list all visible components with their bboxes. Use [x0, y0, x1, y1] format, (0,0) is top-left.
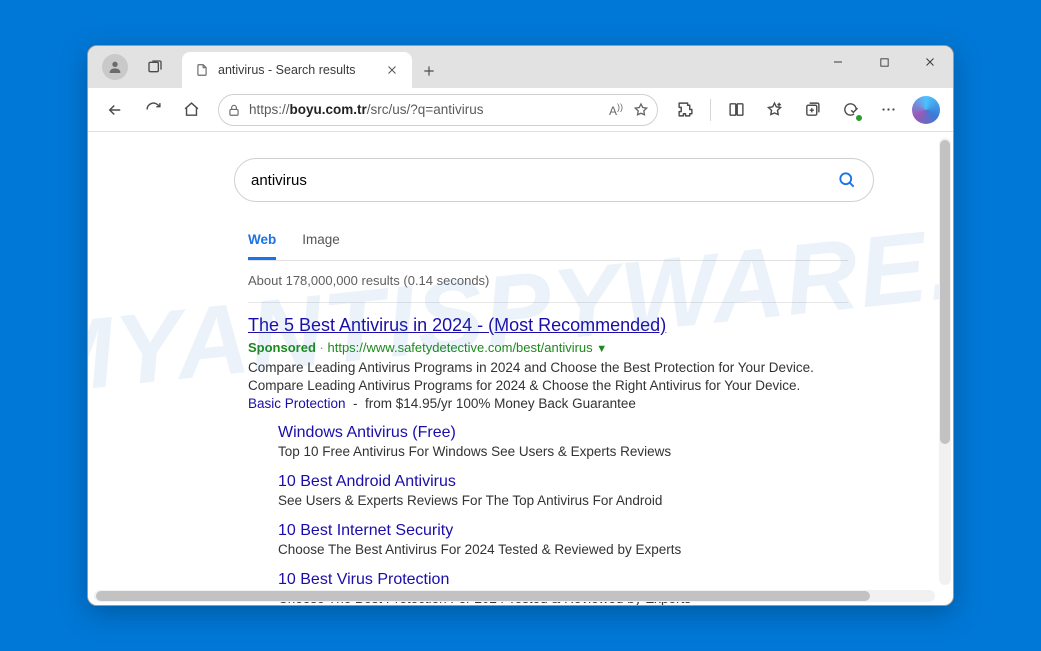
- sitelink-item: 10 Best Android Antivirus See Users & Ex…: [278, 473, 848, 508]
- result-url[interactable]: https://www.safetydetective.com/best/ant…: [327, 340, 592, 355]
- horizontal-scroll-thumb[interactable]: [96, 591, 870, 601]
- tab-title: antivirus - Search results: [218, 63, 374, 77]
- address-actions: A)): [609, 102, 649, 118]
- search-page: Web Image About 178,000,000 results (0.1…: [88, 132, 953, 605]
- address-url: https://boyu.com.tr/src/us/?q=antivirus: [249, 102, 601, 117]
- sitelink-title[interactable]: 10 Best Virus Protection: [278, 571, 848, 589]
- url-path: /src/us/?q=antivirus: [367, 102, 484, 117]
- search-input[interactable]: [251, 172, 825, 189]
- titlebar-left: [88, 52, 178, 88]
- minimize-button[interactable]: [815, 46, 861, 78]
- status-dot-icon: [855, 114, 863, 122]
- toolbar-separator: [710, 99, 711, 121]
- home-button[interactable]: [174, 94, 208, 126]
- sponsored-result: The 5 Best Antivirus in 2024 - (Most Rec…: [248, 302, 848, 414]
- more-button[interactable]: [871, 94, 905, 126]
- sitelinks: Windows Antivirus (Free) Top 10 Free Ant…: [278, 424, 848, 605]
- result-title-link[interactable]: The 5 Best Antivirus in 2024 - (Most Rec…: [248, 315, 666, 336]
- browser-window: antivirus - Search results: [87, 45, 954, 606]
- extra-text: ‎ - ‎ from $14.95/yr 100% Money Back Gua…: [346, 396, 636, 411]
- performance-button[interactable]: [833, 94, 867, 126]
- tab-close-button[interactable]: [382, 60, 402, 80]
- viewport[interactable]: MYANTISPYWARE.COM Web Image About 178,00…: [88, 132, 953, 605]
- browser-tab[interactable]: antivirus - Search results: [182, 52, 412, 88]
- collections-button[interactable]: [795, 94, 829, 126]
- content-area: MYANTISPYWARE.COM Web Image About 178,00…: [88, 132, 953, 605]
- search-tabs: Web Image: [248, 226, 848, 261]
- new-tab-button[interactable]: [412, 54, 446, 88]
- sitelink-title[interactable]: 10 Best Internet Security: [278, 522, 848, 540]
- workspaces-icon: [147, 59, 163, 75]
- result-stats: About 178,000,000 results (0.14 seconds): [248, 273, 953, 288]
- maximize-button[interactable]: [861, 46, 907, 78]
- titlebar: antivirus - Search results: [88, 46, 953, 88]
- profile-button[interactable]: [98, 52, 132, 82]
- sitelink-desc: Top 10 Free Antivirus For Windows See Us…: [278, 444, 848, 459]
- desc-line-1: Compare Leading Antivirus Programs in 20…: [248, 360, 814, 375]
- tab-image[interactable]: Image: [302, 232, 340, 260]
- desc-line-2: Compare Leading Antivirus Programs for 2…: [248, 378, 800, 393]
- split-screen-button[interactable]: [719, 94, 753, 126]
- vertical-scrollbar[interactable]: [939, 138, 951, 585]
- copilot-button[interactable]: [909, 94, 943, 126]
- page-icon: [194, 62, 210, 78]
- sponsored-badge: Sponsored: [248, 340, 316, 355]
- sitelink-item: 10 Best Internet Security Choose The Bes…: [278, 522, 848, 557]
- vertical-scroll-thumb[interactable]: [940, 140, 950, 444]
- copilot-icon: [912, 96, 940, 124]
- tab-web[interactable]: Web: [248, 232, 276, 260]
- sitelink-item: Windows Antivirus (Free) Top 10 Free Ant…: [278, 424, 848, 459]
- search-icon[interactable]: [837, 170, 857, 190]
- favorites-button[interactable]: [757, 94, 791, 126]
- toolbar: https://boyu.com.tr/src/us/?q=antivirus …: [88, 88, 953, 132]
- result-description: Compare Leading Antivirus Programs in 20…: [248, 359, 848, 414]
- back-button[interactable]: [98, 94, 132, 126]
- favorite-icon[interactable]: [633, 102, 649, 118]
- window-controls: [815, 46, 953, 88]
- profile-icon: [102, 54, 128, 80]
- read-aloud-icon[interactable]: A)): [609, 102, 623, 118]
- workspaces-button[interactable]: [138, 52, 172, 82]
- sitelink-desc: See Users & Experts Reviews For The Top …: [278, 493, 848, 508]
- sitelink-desc: Choose The Best Antivirus For 2024 Teste…: [278, 542, 848, 557]
- url-host: boyu.com.tr: [290, 102, 367, 117]
- extensions-button[interactable]: [668, 94, 702, 126]
- url-prefix: https://: [249, 102, 290, 117]
- sitelink-title[interactable]: Windows Antivirus (Free): [278, 424, 848, 442]
- extra-link[interactable]: Basic Protection: [248, 396, 346, 411]
- close-window-button[interactable]: [907, 46, 953, 78]
- sponsored-line: Sponsored · https://www.safetydetective.…: [248, 340, 848, 355]
- sitelink-title[interactable]: 10 Best Android Antivirus: [278, 473, 848, 491]
- address-bar[interactable]: https://boyu.com.tr/src/us/?q=antivirus …: [218, 94, 658, 126]
- horizontal-scrollbar[interactable]: [94, 590, 935, 602]
- refresh-button[interactable]: [136, 94, 170, 126]
- lock-icon: [227, 103, 241, 117]
- search-bar[interactable]: [234, 158, 874, 202]
- chevron-down-icon[interactable]: ▼: [596, 343, 607, 355]
